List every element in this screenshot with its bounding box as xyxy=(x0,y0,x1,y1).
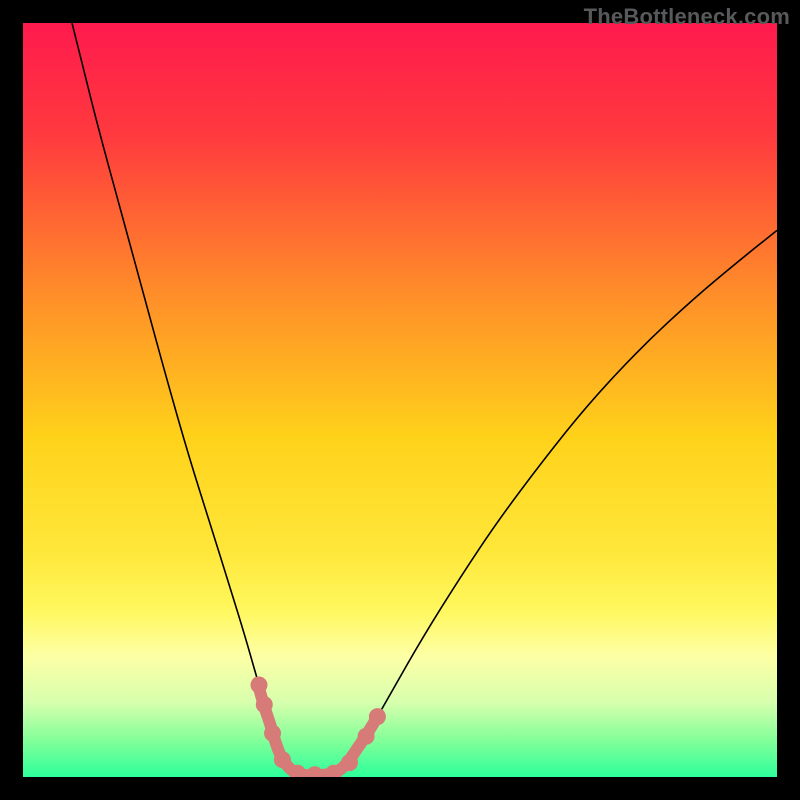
bottom-marker-dots-point xyxy=(358,728,375,745)
bottom-marker-dots-point xyxy=(341,754,358,771)
bottom-marker-dots-point xyxy=(256,696,273,713)
bottom-marker-dots-point xyxy=(264,725,281,742)
bottom-marker-dots-point xyxy=(369,708,386,725)
bottom-marker-dots-point xyxy=(251,677,268,694)
chart-plot-area xyxy=(23,23,777,777)
chart-frame: TheBottleneck.com xyxy=(0,0,800,800)
chart-svg xyxy=(23,23,777,777)
chart-background-gradient xyxy=(23,23,777,777)
bottom-marker-dots-point xyxy=(274,751,291,768)
watermark-text: TheBottleneck.com xyxy=(584,4,790,30)
